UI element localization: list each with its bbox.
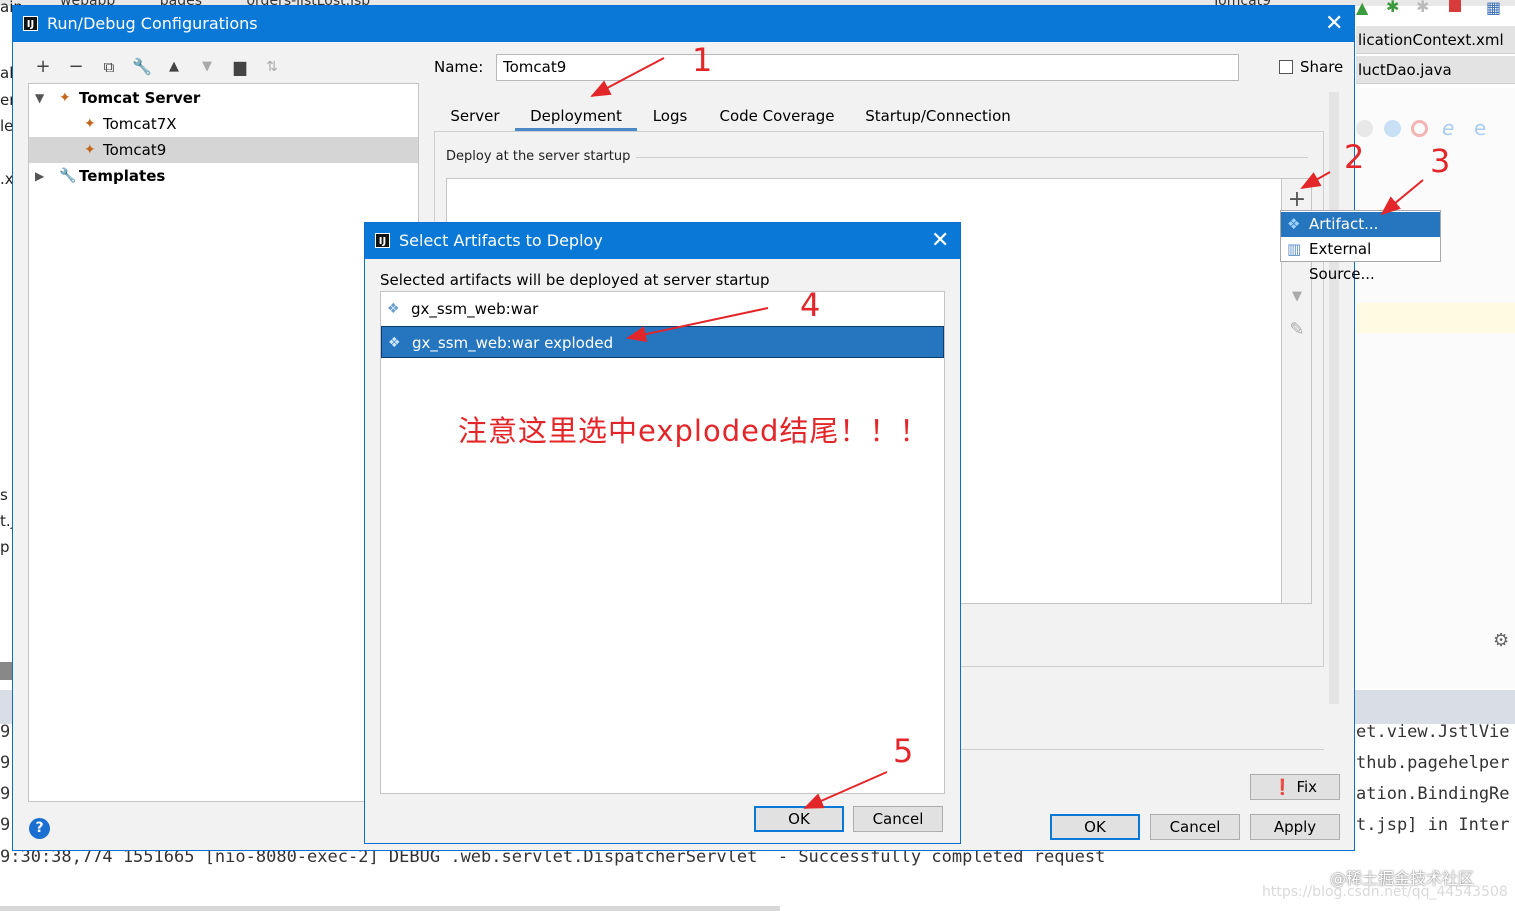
annotation-number: 3 xyxy=(1430,142,1451,180)
arrow-2 xyxy=(1300,171,1331,189)
arrow-4 xyxy=(626,307,769,343)
annotation-number: 5 xyxy=(893,732,914,770)
url-watermark: https://blog.csdn.net/qq_44543508 xyxy=(1262,884,1508,900)
annotation-number: 1 xyxy=(692,41,713,79)
annotation-number: 4 xyxy=(800,286,821,324)
arrow-5 xyxy=(803,771,888,809)
arrow-3 xyxy=(1380,179,1424,216)
annotation-arrows xyxy=(590,57,1424,809)
annotation-note: 注意这里选中exploded结尾！！！ xyxy=(458,414,930,448)
arrow-1 xyxy=(590,57,665,97)
annotation-number: 2 xyxy=(1344,138,1365,176)
